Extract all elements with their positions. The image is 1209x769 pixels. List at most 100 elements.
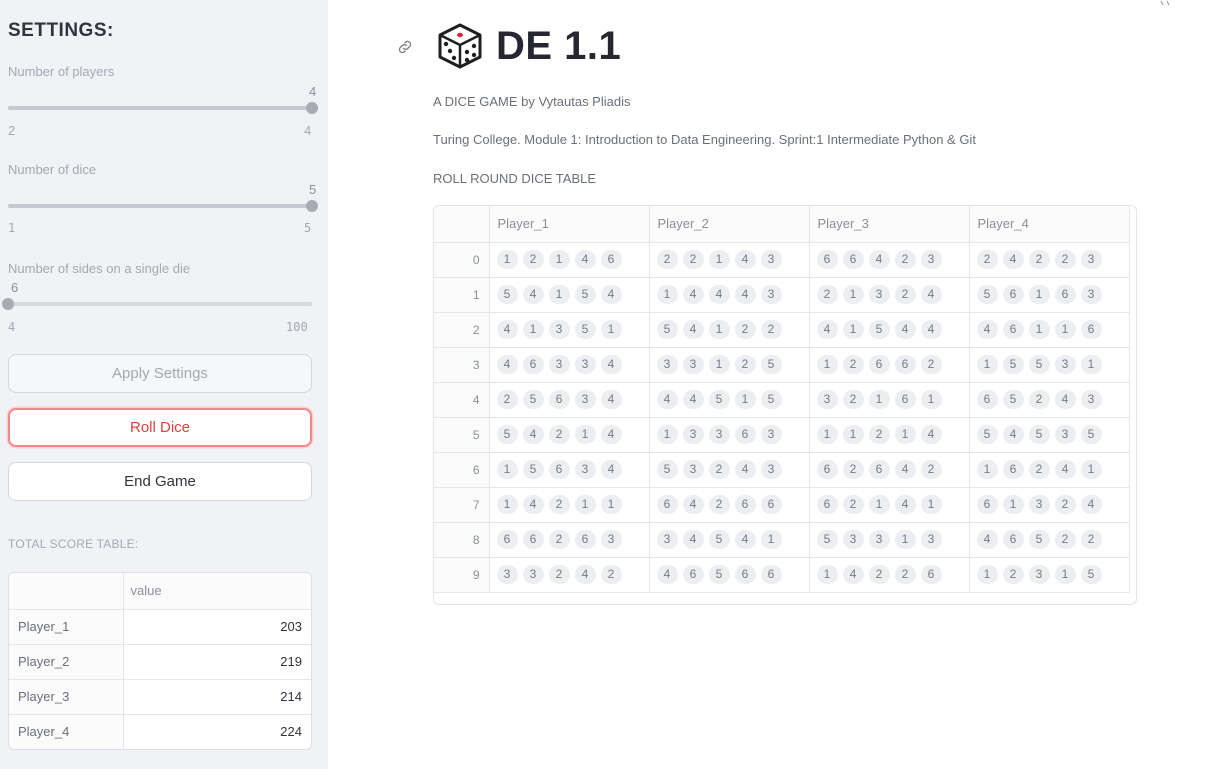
table-row: 714211642666214161324: [434, 487, 1130, 523]
dice-slider-thumb[interactable]: [306, 200, 318, 212]
apply-settings-button[interactable]: Apply Settings: [8, 354, 312, 393]
dice-cell[interactable]: 12146: [489, 242, 650, 278]
dice-cell[interactable]: 34541: [649, 522, 810, 558]
die-value-chip: 2: [1080, 530, 1102, 549]
dice-cell[interactable]: 24223: [969, 242, 1130, 278]
sides-slider-thumb[interactable]: [2, 298, 14, 310]
dice-cell[interactable]: 21324: [809, 277, 970, 313]
die-value-chip: 5: [496, 425, 518, 444]
die-value-chip: 1: [842, 285, 864, 304]
dice-slider[interactable]: [8, 200, 318, 212]
die-value-chip: 3: [920, 530, 942, 549]
die-value-chip: 5: [1080, 565, 1102, 584]
die-value-chip: 5: [522, 460, 544, 479]
dice-cell[interactable]: 65243: [969, 382, 1130, 418]
row-index: 3: [434, 347, 490, 383]
die-value-chip: 4: [656, 390, 678, 409]
roll-dice-button[interactable]: Roll Dice: [8, 408, 312, 447]
dice-cell[interactable]: 66423: [809, 242, 970, 278]
players-slider-thumb[interactable]: [306, 102, 318, 114]
die-value-chip: 5: [574, 320, 596, 339]
die-value-chip: 6: [574, 530, 596, 549]
dice-cell[interactable]: 33125: [649, 347, 810, 383]
die-value-chip: 4: [976, 320, 998, 339]
die-value-chip: 6: [682, 565, 704, 584]
die-value-chip: 6: [734, 565, 756, 584]
die-value-chip: 1: [894, 425, 916, 444]
dice-cell[interactable]: 53313: [809, 522, 970, 558]
score-table[interactable]: value Player_1 203 Player_2 219 Player_3…: [8, 572, 312, 750]
dice-cell[interactable]: 15531: [969, 347, 1130, 383]
players-slider[interactable]: [8, 102, 318, 114]
dice-cell[interactable]: 44515: [649, 382, 810, 418]
row-index: 4: [434, 382, 490, 418]
dice-cell[interactable]: 41351: [489, 312, 650, 348]
die-value-chip: 1: [842, 425, 864, 444]
dice-cell[interactable]: 14443: [649, 277, 810, 313]
die-value-chip: 6: [894, 355, 916, 374]
dice-cell[interactable]: 16241: [969, 452, 1130, 488]
dice-cell[interactable]: 13363: [649, 417, 810, 453]
column-header-player-2[interactable]: Player_2: [649, 206, 810, 243]
app: SETTINGS: Number of players 4 2 4 Number…: [0, 0, 1209, 769]
dice-cell[interactable]: 61324: [969, 487, 1130, 523]
die-value-chip: 4: [574, 250, 596, 269]
dice-cell[interactable]: 46116: [969, 312, 1130, 348]
dice-cell[interactable]: 14211: [489, 487, 650, 523]
die-value-chip: 3: [574, 460, 596, 479]
link-icon[interactable]: [396, 38, 414, 56]
menu-corner-icon[interactable]: [1159, 0, 1171, 6]
dice-cell[interactable]: 56163: [969, 277, 1130, 313]
dice-cell[interactable]: 66263: [489, 522, 650, 558]
die-value-chip: 4: [600, 285, 622, 304]
score-table-column-header[interactable]: value: [123, 573, 311, 610]
dice-cell[interactable]: 22143: [649, 242, 810, 278]
dice-cell[interactable]: 62141: [809, 487, 970, 523]
die-value-chip: 4: [682, 285, 704, 304]
die-value-chip: 3: [760, 250, 782, 269]
die-value-chip: 6: [760, 565, 782, 584]
end-game-button[interactable]: End Game: [8, 462, 312, 501]
row-index: 0: [434, 242, 490, 278]
dice-cell[interactable]: 53243: [649, 452, 810, 488]
column-header-player-4[interactable]: Player_4: [969, 206, 1130, 243]
table-row: Player_1 203: [9, 608, 311, 644]
dice-cell[interactable]: 12315: [969, 557, 1130, 593]
sides-slider[interactable]: [2, 298, 312, 310]
die-value-chip: 3: [600, 530, 622, 549]
dice-cell[interactable]: 11214: [809, 417, 970, 453]
column-header-player-1[interactable]: Player_1: [489, 206, 650, 243]
dice-cell[interactable]: 25634: [489, 382, 650, 418]
dice-cell[interactable]: 14226: [809, 557, 970, 593]
die-value-chip: 5: [1028, 355, 1050, 374]
dice-cell[interactable]: 54154: [489, 277, 650, 313]
die-value-chip: 1: [1080, 355, 1102, 374]
dice-cell[interactable]: 41544: [809, 312, 970, 348]
dice-cell[interactable]: 46566: [649, 557, 810, 593]
dice-cell[interactable]: 15634: [489, 452, 650, 488]
sidebar-title: SETTINGS:: [8, 20, 114, 41]
dice-cell[interactable]: 64266: [649, 487, 810, 523]
dice-cell[interactable]: 54214: [489, 417, 650, 453]
die-value-chip: 1: [894, 530, 916, 549]
die-value-chip: 4: [682, 390, 704, 409]
die-value-chip: 1: [1080, 460, 1102, 479]
dice-cell[interactable]: 46334: [489, 347, 650, 383]
dice-table[interactable]: Player_1 Player_2 Player_3 Player_4 0121…: [433, 205, 1137, 605]
die-value-chip: 1: [496, 495, 518, 514]
dice-cell[interactable]: 33242: [489, 557, 650, 593]
dice-cell[interactable]: 12662: [809, 347, 970, 383]
die-value-chip: 2: [1028, 250, 1050, 269]
column-header-player-3[interactable]: Player_3: [809, 206, 970, 243]
die-value-chip: 6: [600, 250, 622, 269]
dice-cell[interactable]: 54535: [969, 417, 1130, 453]
score-row-value: 214: [123, 678, 311, 714]
dice-cell[interactable]: 54122: [649, 312, 810, 348]
dice-cell[interactable]: 46522: [969, 522, 1130, 558]
sides-slider-max: 100: [286, 320, 308, 334]
die-value-chip: 5: [976, 425, 998, 444]
die-value-chip: 1: [548, 250, 570, 269]
dice-cell[interactable]: 62642: [809, 452, 970, 488]
dice-cell[interactable]: 32161: [809, 382, 970, 418]
die-value-chip: 5: [976, 285, 998, 304]
